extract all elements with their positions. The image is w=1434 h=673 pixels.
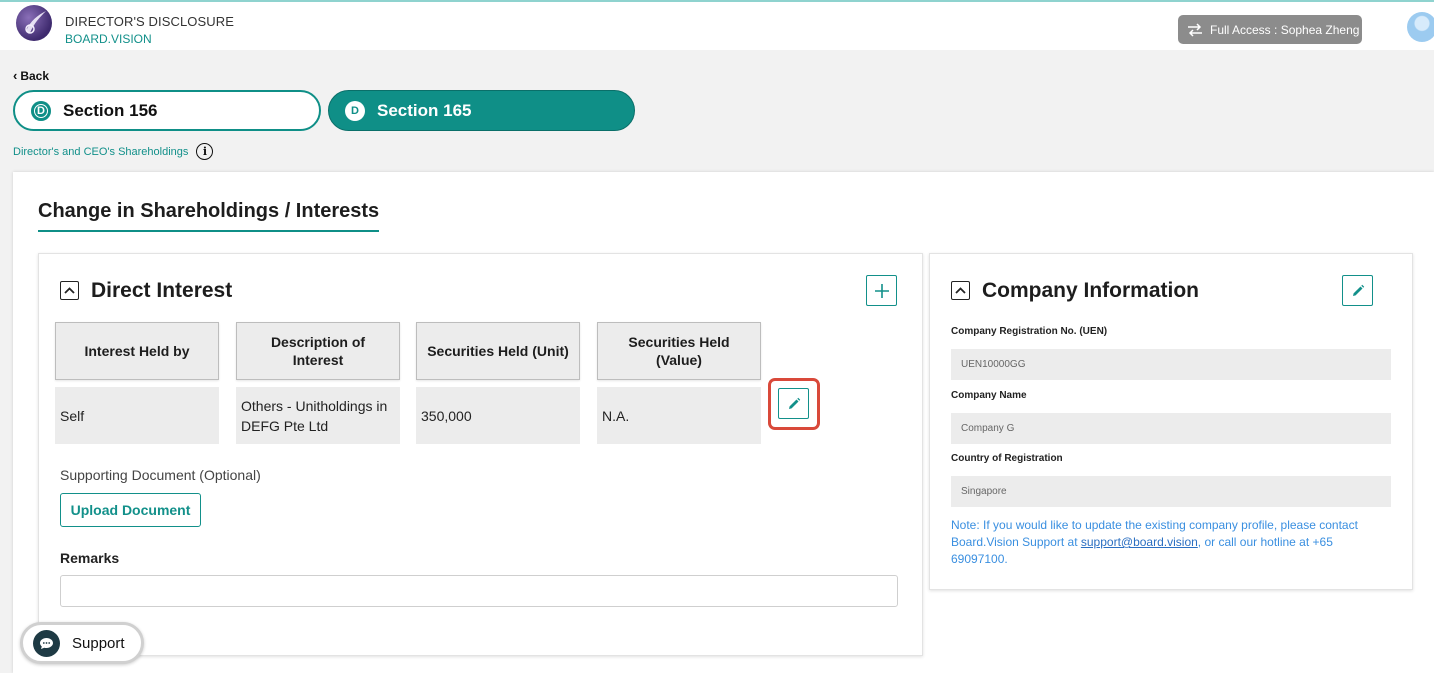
app-title: DIRECTOR'S DISCLOSURE xyxy=(65,14,235,29)
direct-interest-title: Direct Interest xyxy=(91,279,233,302)
chevron-up-icon xyxy=(64,287,75,294)
app-subtitle: BOARD.VISION xyxy=(65,32,152,46)
plus-icon xyxy=(874,283,889,298)
chat-icon xyxy=(33,629,60,657)
edit-company-button[interactable] xyxy=(1342,275,1373,306)
add-interest-button[interactable] xyxy=(866,275,897,306)
user-avatar[interactable] xyxy=(1407,12,1434,42)
table-cell-interest-held-by: Self xyxy=(55,387,219,444)
tab-label: Section 165 xyxy=(377,100,472,120)
support-email-link[interactable]: support@board.vision xyxy=(1081,535,1198,549)
company-information-title: Company Information xyxy=(982,279,1200,302)
collapse-company-info-toggle[interactable] xyxy=(951,281,970,300)
chevron-up-icon xyxy=(955,287,966,294)
remarks-label: Remarks xyxy=(60,550,120,566)
top-bar: DIRECTOR'S DISCLOSURE BOARD.VISION Full … xyxy=(0,0,1434,50)
table-cell-securities-value: N.A. xyxy=(597,387,761,444)
page-subtitle: Director's and CEO's Shareholdings i xyxy=(13,143,214,160)
country-field: Singapore xyxy=(951,476,1391,507)
uen-label: Company Registration No. (UEN) xyxy=(951,326,1108,337)
company-name-field: Company G xyxy=(951,413,1391,444)
support-button[interactable]: Support xyxy=(20,622,144,664)
collapse-direct-interest-toggle[interactable] xyxy=(60,281,79,300)
table-cell-securities-unit: 350,000 xyxy=(416,387,580,444)
uen-field: UEN10000GG xyxy=(951,349,1391,380)
supporting-document-label: Supporting Document (Optional) xyxy=(60,467,261,483)
back-label: Back xyxy=(20,68,50,83)
access-label: Full Access : Sophea Zheng xyxy=(1210,22,1360,37)
page-heading: Change in Shareholdings / Interests xyxy=(38,200,380,232)
column-header-description: Description of Interest xyxy=(236,322,400,380)
edit-row-button[interactable] xyxy=(778,388,809,419)
upload-document-button[interactable]: Upload Document xyxy=(60,493,201,527)
swap-icon xyxy=(1188,22,1202,37)
tab-section-156[interactable]: D Section 156 xyxy=(13,90,321,131)
tab-section-165[interactable]: D Section 165 xyxy=(328,90,635,131)
company-update-note: Note: If you would like to update the ex… xyxy=(951,517,1381,568)
column-header-interest-held-by: Interest Held by xyxy=(55,322,219,380)
support-label: Support xyxy=(72,634,125,652)
chevron-left-icon: ‹ xyxy=(13,68,18,83)
access-switch-button[interactable]: Full Access : Sophea Zheng xyxy=(1178,15,1362,44)
page-subtitle-text: Director's and CEO's Shareholdings xyxy=(13,145,189,158)
tab-label: Section 156 xyxy=(63,100,158,120)
company-name-label: Company Name xyxy=(951,390,1027,401)
column-header-securities-value: Securities Held (Value) xyxy=(597,322,761,380)
remarks-input[interactable] xyxy=(60,575,898,607)
board-vision-logo[interactable] xyxy=(16,5,52,41)
tab-badge-icon: D xyxy=(345,100,365,121)
back-link[interactable]: ‹ Back xyxy=(13,68,49,83)
pencil-icon xyxy=(788,397,800,409)
pencil-icon xyxy=(1352,284,1364,296)
table-cell-description: Others - Unitholdings in DEFG Pte Ltd xyxy=(236,387,400,444)
tab-badge-icon: D xyxy=(31,100,51,121)
column-header-securities-unit: Securities Held (Unit) xyxy=(416,322,580,380)
info-icon[interactable]: i xyxy=(196,143,214,160)
country-label: Country of Registration xyxy=(951,453,1063,464)
